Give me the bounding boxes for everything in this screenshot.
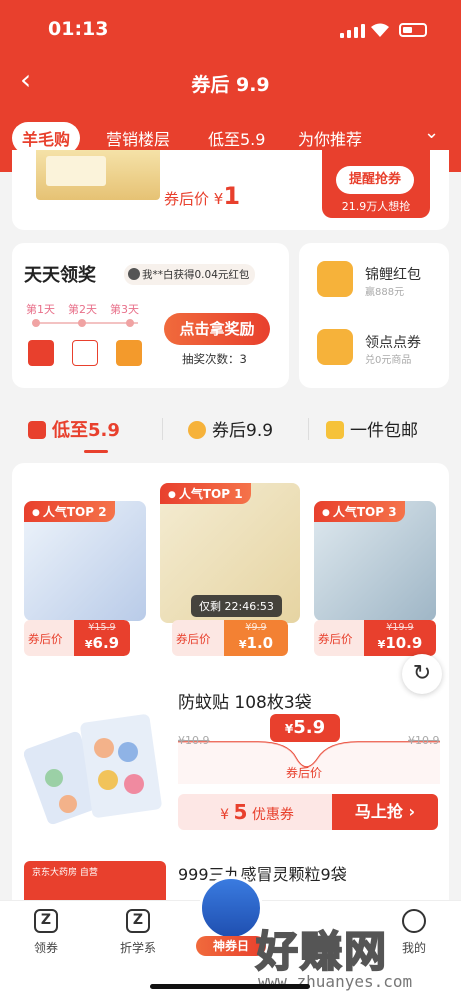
koi-title: 锦鲤红包 <box>365 267 421 283</box>
active-underline <box>84 450 108 453</box>
double-reward-icon <box>72 340 98 366</box>
tab-low-59[interactable]: 低至5.9 <box>208 126 265 150</box>
home-indicator[interactable] <box>150 984 310 989</box>
nav-label: 折学系 <box>119 941 156 955</box>
remind-button[interactable]: 提醒抢券 <box>336 166 414 194</box>
old-price: ¥9.9 <box>245 622 267 633</box>
refresh-icon[interactable]: ↻ <box>402 654 442 694</box>
koi-red-packet-item[interactable]: 锦鲤红包 赢888元 <box>317 261 447 305</box>
koi-icon <box>317 261 353 297</box>
bookmark-icon <box>326 421 344 439</box>
category-segments: 低至5.9 券后9.9 一件包邮 <box>0 410 461 460</box>
coupon-badge: ¥ 5 优惠券 <box>178 794 336 830</box>
winner-ticker: 我**白获得0.04元红包 <box>124 264 256 285</box>
divider <box>308 418 309 440</box>
top-badge: 人气TOP 2 <box>24 501 115 522</box>
product-image <box>23 708 174 826</box>
grab-now-button[interactable]: 马上抢 › <box>332 794 438 830</box>
battery-icon <box>399 23 427 37</box>
tab-marketing[interactable]: 营销楼层 <box>106 126 170 150</box>
points-coupon-item[interactable]: 领点点券 兑0元商品 <box>317 329 447 373</box>
status-time: 01:13 <box>48 18 109 40</box>
product-card-mosquito[interactable]: 防蚊贴 108枚3袋 ¥10.9 ¥10.9 ¥5.9 券后价 ¥ 5 优惠券 … <box>12 688 449 838</box>
coupon-title: 领点点券 <box>365 335 421 351</box>
claim-reward-button[interactable]: 点击拿奖励 <box>164 313 270 345</box>
product-name: 999三九感冒灵颗粒9袋 <box>178 865 347 884</box>
nav-label: 领券 <box>33 941 58 955</box>
segment-after-99[interactable]: 券后9.9 <box>188 416 273 441</box>
truck-icon <box>28 421 46 439</box>
wifi-icon <box>371 23 389 37</box>
daily-reward-card: 天天领奖 我**白获得0.04元红包 第1天 第2天 第3天 点击拿奖励 抽奖次… <box>12 243 289 388</box>
status-bar: 01:13 <box>0 18 461 44</box>
side-promo-card: 锦鲤红包 赢888元 领点点券 兑0元商品 <box>299 243 449 388</box>
page-title: 券后 9.9 <box>191 74 270 96</box>
discount-nav-icon: Z <box>126 909 150 933</box>
koi-sub: 赢888元 <box>365 287 405 298</box>
draw-count: 抽奖次数：3 <box>182 352 247 366</box>
top1-price: 券后价 ¥9.9 ¥1.0 <box>172 620 288 656</box>
price-tag: ¥19.9 ¥10.9 <box>364 620 436 656</box>
top-badge: 人气TOP 1 <box>160 483 251 504</box>
countdown-timer: 仅剩 22:46:53 <box>191 595 282 617</box>
day-3-label: 第3天 <box>110 303 139 316</box>
tab-recommend[interactable]: 为你推荐 <box>298 126 362 150</box>
want-count: 21.9万人想抢 <box>341 200 411 213</box>
nav-discount[interactable]: Z 折学系 <box>108 909 168 956</box>
divider <box>162 418 163 440</box>
flame-icon <box>188 421 206 439</box>
red-envelope-icon <box>28 340 54 366</box>
product-name: 防蚊贴 108枚3袋 <box>178 693 312 713</box>
nav-bar: ‹ 券后 9.9 <box>0 62 461 102</box>
now-price: ¥6.9 <box>84 634 120 652</box>
price-label: 券后价 <box>318 632 353 646</box>
coupon-price: ¥5.9 <box>270 714 340 742</box>
old-price-right: ¥10.9 <box>408 734 440 747</box>
store-label: 京东大药房 自营 <box>32 868 98 878</box>
featured-product-card[interactable]: 券后价 ¥1 提醒抢券 21.9万人想抢 <box>12 150 449 230</box>
price-tag: ¥9.9 ¥1.0 <box>224 620 288 656</box>
old-price: ¥19.9 <box>386 622 414 633</box>
remind-panel: 提醒抢券 21.9万人想抢 <box>322 150 430 218</box>
top3-product[interactable]: 人气TOP 3 <box>314 501 436 621</box>
top2-price: 券后价 ¥15.9 ¥6.9 <box>24 620 130 656</box>
day-2-label: 第2天 <box>68 303 97 316</box>
old-price: ¥15.9 <box>88 622 116 633</box>
now-price: ¥1.0 <box>238 634 274 652</box>
gift-box-icon <box>116 340 142 366</box>
price-label: 券后价 <box>176 632 211 646</box>
nav-coupons[interactable]: Z 领券 <box>16 909 76 956</box>
old-price-left: ¥10.9 <box>178 734 210 747</box>
day-progress <box>32 319 138 327</box>
featured-price: 券后价 ¥1 <box>164 182 241 210</box>
coupon-sub: 兑0元商品 <box>365 355 412 366</box>
day-1-label: 第1天 <box>26 303 55 316</box>
avatar <box>128 268 140 280</box>
segment-free-shipping[interactable]: 一件包邮 <box>326 416 418 441</box>
top2-product[interactable]: 人气TOP 2 <box>24 501 146 621</box>
segment-low-59[interactable]: 低至5.9 <box>28 416 120 442</box>
top-badge: 人气TOP 3 <box>314 501 405 522</box>
signal-icon <box>340 24 365 38</box>
product-image <box>36 150 160 200</box>
coupon-nav-icon: Z <box>34 909 58 933</box>
price-label: 券后价 <box>28 632 63 646</box>
top3-price: 券后价 ¥19.9 ¥10.9 <box>314 620 436 656</box>
now-price: ¥10.9 <box>377 634 423 652</box>
daily-title: 天天领奖 <box>24 265 96 286</box>
coupon-icon <box>317 329 353 365</box>
price-tag: ¥15.9 ¥6.9 <box>74 620 130 656</box>
watermark-brand: 好赚网 <box>255 926 389 977</box>
chevron-down-icon[interactable]: ⌄ <box>424 122 439 143</box>
after-coupon-label: 券后价 <box>286 766 323 780</box>
header: 01:13 ‹ 券后 9.9 羊毛购 营销楼层 低至5.9 为你推荐 ⌄ <box>0 0 461 172</box>
